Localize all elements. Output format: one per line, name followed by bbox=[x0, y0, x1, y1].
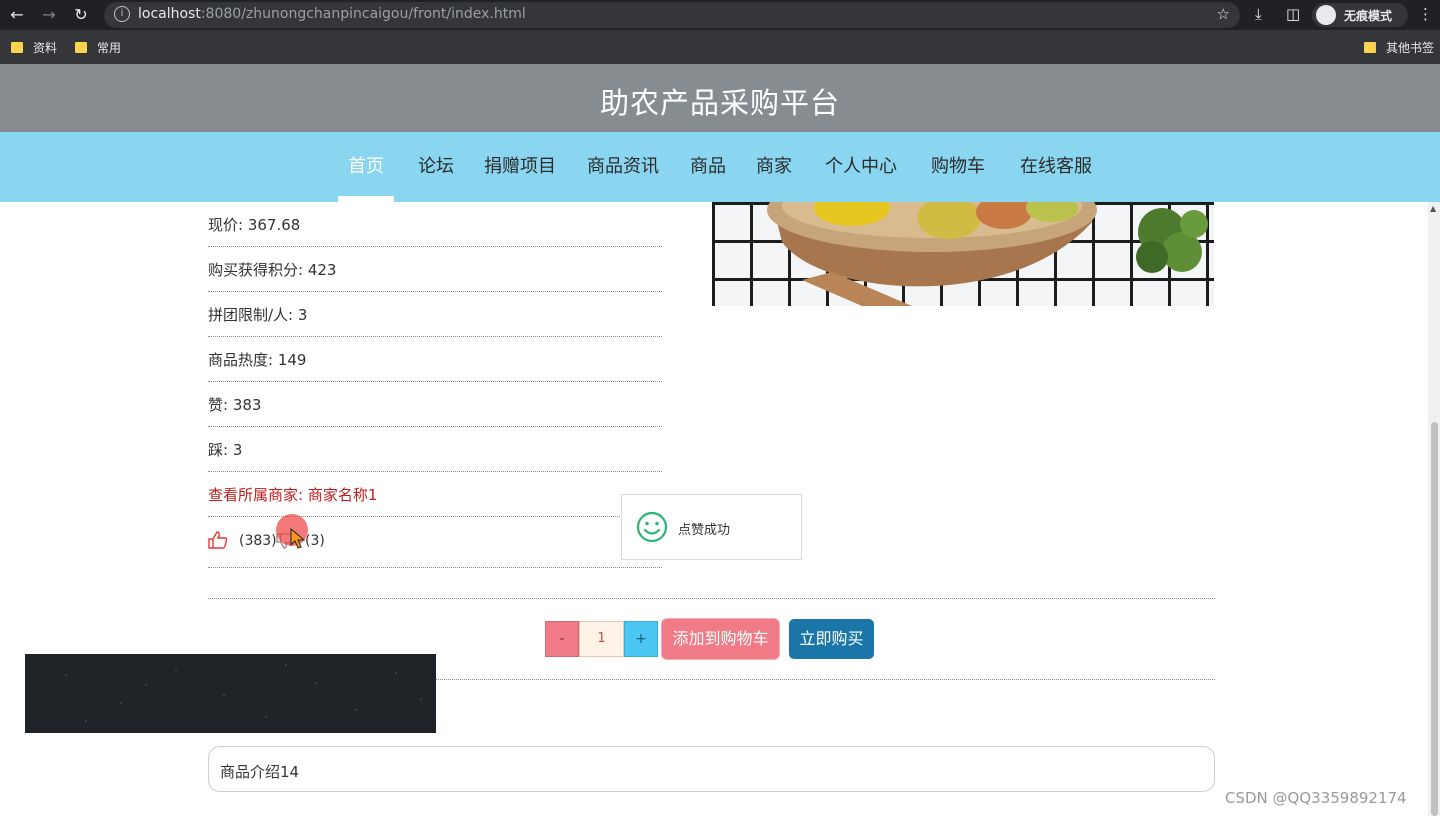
watermark: CSDN @QQ3359892174 bbox=[1225, 789, 1407, 807]
back-arrow-icon[interactable]: ← bbox=[6, 4, 28, 26]
buy-now-button[interactable]: 立即购买 bbox=[789, 619, 874, 659]
more-menu-icon[interactable]: ⋮ bbox=[1418, 5, 1433, 23]
nav-products[interactable]: 商品 bbox=[690, 152, 726, 178]
bookmark-star-icon[interactable]: ☆ bbox=[1217, 5, 1230, 23]
mouse-cursor-icon bbox=[290, 527, 306, 554]
url-text[interactable]: localhost:8080/zhunongchanpincaigou/fron… bbox=[138, 6, 526, 22]
detail-popularity: 商品热度: 149 bbox=[208, 337, 662, 382]
site-info-icon[interactable]: i bbox=[114, 6, 130, 22]
nav-cart[interactable]: 购物车 bbox=[931, 152, 985, 178]
folder-icon bbox=[11, 42, 23, 53]
scroll-up-arrow-icon[interactable]: ▲ bbox=[1430, 204, 1436, 213]
bookmark-folder-other[interactable]: 其他书签 bbox=[1364, 39, 1434, 56]
download-icon[interactable]: ⤓ bbox=[1255, 5, 1262, 23]
nav-merchants[interactable]: 商家 bbox=[756, 152, 792, 178]
browser-toolbar: ← → ↻ i localhost:8080/zhunongchanpincai… bbox=[0, 0, 1440, 30]
reload-icon[interactable]: ↻ bbox=[70, 4, 92, 26]
bookmark-folder-ziliao[interactable]: 资料 bbox=[11, 39, 57, 56]
add-to-cart-button[interactable]: 添加到购物车 bbox=[662, 619, 779, 659]
detail-likes: 赞: 383 bbox=[208, 382, 662, 427]
like-count: (383) bbox=[239, 533, 277, 549]
incognito-indicator[interactable]: 无痕模式 bbox=[1312, 3, 1408, 27]
quantity-decrease-button[interactable]: - bbox=[545, 621, 579, 657]
side-panel-icon[interactable]: ◫ bbox=[1286, 5, 1300, 23]
toast-notification: 点赞成功 bbox=[621, 494, 802, 560]
quantity-input[interactable]: 1 bbox=[579, 621, 624, 657]
nav-forum[interactable]: 论坛 bbox=[418, 152, 454, 178]
forward-arrow-icon[interactable]: → bbox=[38, 4, 60, 26]
dislike-count: (3) bbox=[305, 533, 325, 549]
detail-group-limit: 拼团限制/人: 3 bbox=[208, 292, 662, 337]
product-description: 商品介绍14 bbox=[208, 746, 1215, 792]
incognito-label: 无痕模式 bbox=[1344, 9, 1393, 23]
detail-price: 现价: 367.68 bbox=[208, 202, 662, 247]
detail-points: 购买获得积分: 423 bbox=[208, 247, 662, 292]
bookmark-folder-changyong[interactable]: 常用 bbox=[75, 39, 121, 56]
nav-news[interactable]: 商品资讯 bbox=[587, 152, 659, 178]
address-bar[interactable]: i localhost:8080/zhunongchanpincaigou/fr… bbox=[104, 2, 1240, 28]
product-image bbox=[712, 202, 1214, 306]
nav-donation[interactable]: 捐赠项目 bbox=[484, 152, 556, 178]
detail-dislikes: 踩: 3 bbox=[208, 427, 662, 472]
quantity-increase-button[interactable]: + bbox=[624, 621, 658, 657]
video-overlay bbox=[25, 654, 436, 733]
site-title: 助农产品采购平台 bbox=[599, 86, 840, 120]
scrollbar-thumb[interactable] bbox=[1431, 422, 1438, 816]
nav-profile[interactable]: 个人中心 bbox=[825, 152, 897, 178]
nav-home[interactable]: 首页 bbox=[348, 152, 384, 178]
description-text: 商品介绍14 bbox=[220, 763, 300, 781]
main-nav: 首页 论坛 捐赠项目 商品资讯 商品 商家 个人中心 购物车 在线客服 bbox=[0, 132, 1440, 202]
merchant-link[interactable]: 查看所属商家: 商家名称1 bbox=[208, 472, 662, 517]
site-header: 助农产品采购平台 bbox=[0, 64, 1440, 132]
nav-support[interactable]: 在线客服 bbox=[1020, 152, 1092, 178]
bookmarks-bar: 资料 常用 其他书签 bbox=[0, 30, 1440, 64]
thumbs-up-icon[interactable] bbox=[208, 531, 228, 553]
divider bbox=[208, 598, 1215, 599]
toast-message: 点赞成功 bbox=[678, 523, 731, 538]
incognito-icon bbox=[1316, 5, 1336, 25]
smile-icon bbox=[636, 511, 668, 547]
folder-icon bbox=[75, 42, 87, 53]
folder-icon bbox=[1364, 42, 1376, 53]
